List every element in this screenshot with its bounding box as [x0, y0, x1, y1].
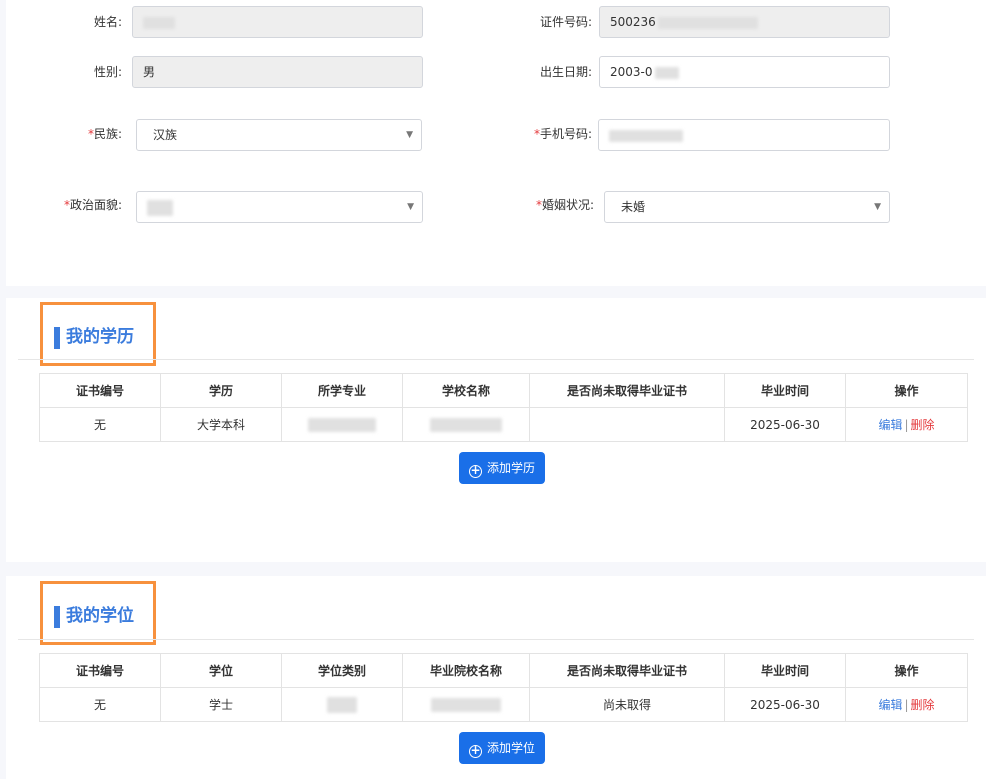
gender-label: 性别:	[93, 65, 122, 79]
basic-info-panel: 姓名: 证件号码: 500236 性别: 男 出生日期: 2003-0 *民族:…	[6, 0, 986, 286]
cert-no-cell: 无	[39, 687, 161, 722]
birth-date-field[interactable]: 2003-0	[599, 56, 890, 88]
redacted-birth	[654, 66, 679, 79]
col-header: 证书编号	[39, 373, 161, 408]
education-panel: 我的学历 证书编号 学历 所学专业 学校名称 是否尚未取得毕业证书 毕业时间 操…	[6, 298, 986, 562]
name-field[interactable]	[132, 6, 423, 38]
action-separator: |	[904, 698, 909, 712]
cert-no-cell: 无	[39, 407, 161, 442]
degree-table: 证书编号 学位 学位类别 毕业院校名称 是否尚未取得毕业证书 毕业时间 操作 无…	[39, 653, 968, 722]
add-degree-button[interactable]: + 添加学位	[459, 732, 546, 764]
phone-label: *手机号码:	[533, 127, 592, 141]
redacted-school	[431, 697, 501, 712]
col-header: 毕业时间	[724, 653, 846, 688]
degree-level-cell: 学士	[160, 687, 282, 722]
divider	[18, 359, 974, 360]
table-header-row: 证书编号 学位 学位类别 毕业院校名称 是否尚未取得毕业证书 毕业时间 操作	[39, 653, 968, 688]
chevron-down-icon: ▼	[874, 202, 881, 212]
add-degree-label: 添加学位	[487, 741, 536, 755]
actions-cell: 编辑 | 删除	[845, 407, 968, 442]
add-education-button[interactable]: + 添加学历	[459, 452, 546, 484]
action-separator: |	[904, 418, 909, 432]
col-header: 毕业院校名称	[402, 653, 530, 688]
name-label: 姓名:	[93, 15, 122, 29]
redacted-major	[308, 417, 376, 432]
birth-date-label: 出生日期:	[539, 65, 592, 79]
marital-select[interactable]: 未婚 ▼	[604, 191, 890, 223]
table-row: 无 大学本科 2025-06-30 编辑 | 删除	[39, 407, 968, 442]
degree-section-title: 我的学位	[40, 581, 156, 645]
school-cell	[402, 407, 530, 442]
degree-panel: 我的学位 证书编号 学位 学位类别 毕业院校名称 是否尚未取得毕业证书 毕业时间…	[6, 576, 986, 779]
add-education-label: 添加学历	[487, 461, 536, 475]
col-header: 所学专业	[281, 373, 403, 408]
grad-date-cell: 2025-06-30	[724, 407, 846, 442]
level-cell: 大学本科	[160, 407, 282, 442]
nation-select[interactable]: 汉族 ▼	[136, 119, 422, 151]
delete-link[interactable]: 删除	[911, 418, 935, 432]
degree-title-text: 我的学位	[66, 606, 134, 626]
id-number-value: 500236	[610, 15, 656, 29]
redacted-phone	[609, 129, 683, 142]
redacted-political	[147, 199, 173, 216]
grad-date-cell: 2025-06-30	[724, 687, 846, 722]
col-header: 是否尚未取得毕业证书	[529, 373, 725, 408]
col-header: 学历	[160, 373, 282, 408]
chevron-down-icon: ▼	[406, 130, 413, 140]
school-cell	[402, 687, 530, 722]
col-header: 学位类别	[281, 653, 403, 688]
nation-label: *民族:	[87, 127, 122, 141]
phone-field[interactable]	[598, 119, 890, 151]
not-obtained-cell	[529, 407, 725, 442]
col-header: 操作	[845, 653, 968, 688]
col-header: 证书编号	[39, 653, 161, 688]
redacted-category	[327, 696, 357, 713]
id-number-label: 证件号码:	[539, 15, 592, 29]
not-obtained-cell: 尚未取得	[529, 687, 725, 722]
gender-field[interactable]: 男	[132, 56, 423, 88]
edit-link[interactable]: 编辑	[878, 698, 902, 712]
table-row: 无 学士 尚未取得 2025-06-30 编辑 | 删除	[39, 687, 968, 722]
plus-circle-icon: +	[469, 743, 482, 758]
edit-link[interactable]: 编辑	[878, 418, 902, 432]
id-number-field[interactable]: 500236	[599, 6, 890, 38]
divider	[18, 639, 974, 640]
chevron-down-icon: ▼	[407, 202, 414, 212]
degree-category-cell	[281, 687, 403, 722]
redacted-school	[430, 417, 502, 432]
col-header: 操作	[845, 373, 968, 408]
major-cell	[281, 407, 403, 442]
education-table: 证书编号 学历 所学专业 学校名称 是否尚未取得毕业证书 毕业时间 操作 无 大…	[39, 373, 968, 442]
education-section-title: 我的学历	[40, 302, 156, 366]
political-select[interactable]: ▼	[136, 191, 423, 223]
redacted-id	[657, 16, 758, 29]
education-title-text: 我的学历	[66, 327, 134, 347]
col-header: 是否尚未取得毕业证书	[529, 653, 725, 688]
title-accent-bar	[54, 327, 60, 349]
actions-cell: 编辑 | 删除	[845, 687, 968, 722]
col-header: 学校名称	[402, 373, 530, 408]
marital-label: *婚姻状况:	[535, 198, 594, 212]
table-header-row: 证书编号 学历 所学专业 学校名称 是否尚未取得毕业证书 毕业时间 操作	[39, 373, 968, 408]
col-header: 学位	[160, 653, 282, 688]
plus-circle-icon: +	[469, 463, 482, 478]
delete-link[interactable]: 删除	[911, 698, 935, 712]
col-header: 毕业时间	[724, 373, 846, 408]
redacted-name	[143, 16, 175, 29]
title-accent-bar	[54, 606, 60, 628]
political-label: *政治面貌:	[63, 198, 122, 212]
